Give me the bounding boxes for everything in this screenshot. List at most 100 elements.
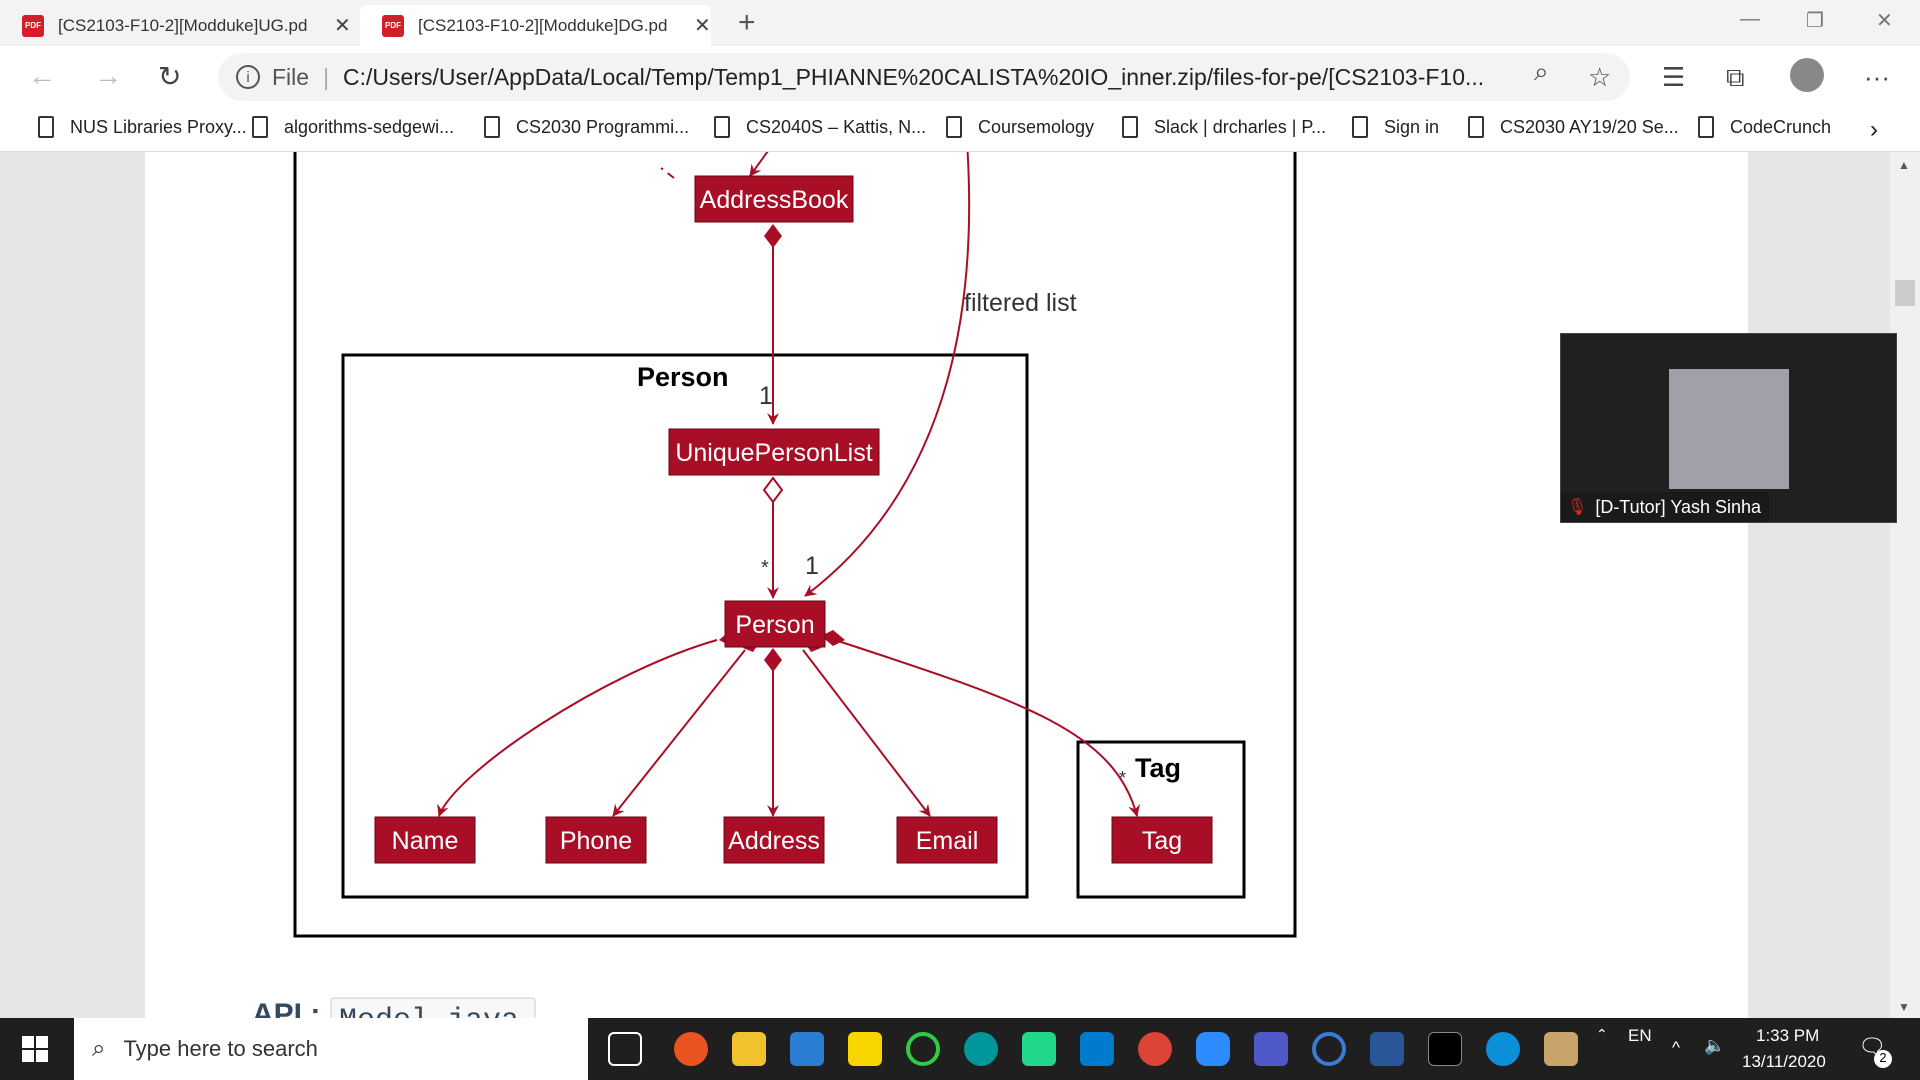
arduino-icon[interactable] bbox=[964, 1032, 998, 1066]
edge-person-phone bbox=[612, 649, 746, 817]
edge-person-name bbox=[437, 639, 718, 817]
scroll-up-icon[interactable]: ▲ bbox=[1898, 158, 1910, 172]
profile-avatar[interactable] bbox=[1790, 58, 1824, 92]
sticky-notes-icon[interactable] bbox=[848, 1032, 882, 1066]
word-icon[interactable] bbox=[1370, 1032, 1404, 1066]
page-icon bbox=[1468, 116, 1484, 138]
address-separator: | bbox=[323, 63, 330, 90]
taskbar-search[interactable]: ⌕ Type here to search bbox=[74, 1018, 588, 1080]
api-code-link[interactable]: Model.java bbox=[339, 1004, 519, 1018]
bookmark-item[interactable]: CS2030 AY19/20 Se... bbox=[1468, 116, 1679, 138]
clock-time[interactable]: 1:33 PM bbox=[1756, 1026, 1819, 1046]
close-window-button[interactable]: ✕ bbox=[1876, 8, 1893, 33]
back-button[interactable]: ← bbox=[28, 60, 56, 92]
composition-diamond bbox=[764, 648, 782, 672]
close-icon[interactable]: ✕ bbox=[334, 13, 351, 38]
browser-toolbar: ← → ↻ i File | C:/Users/User/AppData/Loc… bbox=[0, 46, 1920, 108]
tag-package-label: Tag bbox=[1135, 753, 1181, 783]
windows-taskbar: ⌕ Type here to search ⌃ EN ^ 🔈 1:33 PM 1… bbox=[0, 1018, 1920, 1080]
page-icon bbox=[1352, 116, 1368, 138]
forward-button[interactable]: → bbox=[94, 60, 122, 92]
bookmark-item[interactable]: CodeCrunch bbox=[1698, 116, 1831, 138]
class-label: AddressBook bbox=[700, 186, 849, 214]
chevron-up-icon[interactable]: ⌃ bbox=[1596, 1026, 1608, 1043]
person-package-label: Person bbox=[637, 362, 729, 392]
bookmark-item[interactable]: NUS Libraries Proxy... bbox=[38, 116, 247, 138]
mail-icon[interactable] bbox=[790, 1032, 824, 1066]
scroll-thumb[interactable] bbox=[1895, 280, 1915, 306]
chrome-icon[interactable] bbox=[1138, 1032, 1172, 1066]
bookmark-item[interactable]: Sign in bbox=[1352, 116, 1439, 138]
vscode-icon[interactable] bbox=[1080, 1032, 1114, 1066]
tab-ug[interactable]: PDF [CS2103-F10-2][Modduke]UG.pd ✕ bbox=[0, 5, 351, 46]
search-icon: ⌕ bbox=[92, 1035, 106, 1062]
class-label: Address bbox=[728, 827, 820, 855]
bookmarks-bar: NUS Libraries Proxy... algorithms-sedgew… bbox=[0, 108, 1920, 152]
composition-diamond bbox=[764, 224, 782, 248]
clock-date[interactable]: 13/11/2020 bbox=[1742, 1052, 1826, 1072]
tab-label: [CS2103-F10-2][Modduke]DG.pd bbox=[418, 15, 668, 35]
page-icon bbox=[946, 116, 962, 138]
refresh-app-icon[interactable] bbox=[906, 1032, 940, 1066]
participant-name-tag: 🎙 [D-Tutor] Yash Sinha bbox=[1561, 492, 1770, 522]
edge-person-tag bbox=[834, 639, 1141, 817]
zoom-icon[interactable]: ⌕ bbox=[1534, 56, 1549, 88]
more-menu-icon[interactable]: ··· bbox=[1864, 62, 1890, 93]
scroll-down-icon[interactable]: ▼ bbox=[1898, 1000, 1910, 1014]
new-tab-button[interactable]: + bbox=[738, 6, 756, 40]
pdf-viewer[interactable]: Person Tag filtered list 1 * 1 * Address… bbox=[0, 152, 1920, 1018]
multiplicity-label: 1 bbox=[759, 382, 773, 410]
page-icon bbox=[1698, 116, 1714, 138]
teams-icon[interactable] bbox=[1254, 1032, 1288, 1066]
participant-photo bbox=[1669, 369, 1789, 489]
task-view-icon[interactable] bbox=[608, 1032, 642, 1066]
notification-count: 2 bbox=[1874, 1050, 1892, 1068]
pycharm-icon[interactable] bbox=[1022, 1032, 1056, 1066]
language-indicator[interactable]: EN bbox=[1628, 1026, 1652, 1046]
aggregation-diamond bbox=[762, 476, 784, 504]
chevron-right-icon[interactable]: › bbox=[1870, 116, 1878, 144]
close-icon[interactable]: ✕ bbox=[694, 13, 711, 38]
pdf-icon: PDF bbox=[22, 14, 44, 37]
class-label: Person bbox=[735, 611, 814, 639]
contacts-icon[interactable] bbox=[1544, 1032, 1578, 1066]
page-icon bbox=[38, 116, 54, 138]
address-url[interactable]: C:/Users/User/AppData/Local/Temp/Temp1_P… bbox=[343, 64, 1513, 91]
collections-icon[interactable]: ⧉ bbox=[1726, 62, 1745, 94]
address-bar[interactable]: i File | C:/Users/User/AppData/Local/Tem… bbox=[218, 53, 1630, 101]
bookmark-item[interactable]: CS2030 Programmi... bbox=[484, 116, 689, 138]
pdf-page: Person Tag filtered list 1 * 1 * Address… bbox=[145, 152, 1748, 1018]
search-app-icon[interactable] bbox=[1312, 1032, 1346, 1066]
bookmark-item[interactable]: algorithms-sedgewi... bbox=[252, 116, 454, 138]
tab-dg[interactable]: PDF [CS2103-F10-2][Modduke]DG.pd ✕ bbox=[360, 5, 711, 46]
bookmark-item[interactable]: Coursemology bbox=[946, 116, 1094, 138]
edge-person-email bbox=[802, 649, 931, 817]
vertical-scrollbar[interactable]: ▲ ▼ bbox=[1890, 152, 1920, 1018]
class-label: Phone bbox=[560, 827, 632, 855]
tab-label: [CS2103-F10-2][Modduke]UG.pd bbox=[58, 15, 308, 35]
restore-button[interactable]: ❐ bbox=[1806, 8, 1824, 33]
refresh-button[interactable]: ↻ bbox=[158, 60, 181, 93]
multiplicity-label: * bbox=[761, 557, 769, 579]
ubuntu-icon[interactable] bbox=[674, 1032, 708, 1066]
page-icon bbox=[714, 116, 730, 138]
file-explorer-icon[interactable] bbox=[732, 1032, 766, 1066]
windows-start-icon[interactable] bbox=[22, 1036, 48, 1062]
favorite-star-icon[interactable]: ☆ bbox=[1588, 62, 1611, 93]
tray-chevron-icon[interactable]: ^ bbox=[1672, 1038, 1680, 1058]
minimize-button[interactable]: — bbox=[1740, 8, 1760, 31]
favorites-icon[interactable]: ☰ bbox=[1662, 62, 1685, 93]
pdf-icon: PDF bbox=[382, 14, 404, 37]
video-call-overlay[interactable]: 🎙 [D-Tutor] Yash Sinha bbox=[1560, 333, 1897, 523]
page-icon bbox=[1122, 116, 1138, 138]
page-icon bbox=[252, 116, 268, 138]
edge-icon[interactable] bbox=[1486, 1032, 1520, 1066]
info-icon[interactable]: i bbox=[236, 65, 260, 89]
terminal-icon[interactable] bbox=[1428, 1032, 1462, 1066]
bookmark-item[interactable]: Slack | drcharles | P... bbox=[1122, 116, 1326, 138]
bookmark-item[interactable]: CS2040S – Kattis, N... bbox=[714, 116, 926, 138]
multiplicity-label: 1 bbox=[805, 552, 819, 580]
zoom-icon[interactable] bbox=[1196, 1032, 1230, 1066]
class-label: Name bbox=[392, 827, 459, 855]
volume-icon[interactable]: 🔈 bbox=[1704, 1036, 1725, 1056]
